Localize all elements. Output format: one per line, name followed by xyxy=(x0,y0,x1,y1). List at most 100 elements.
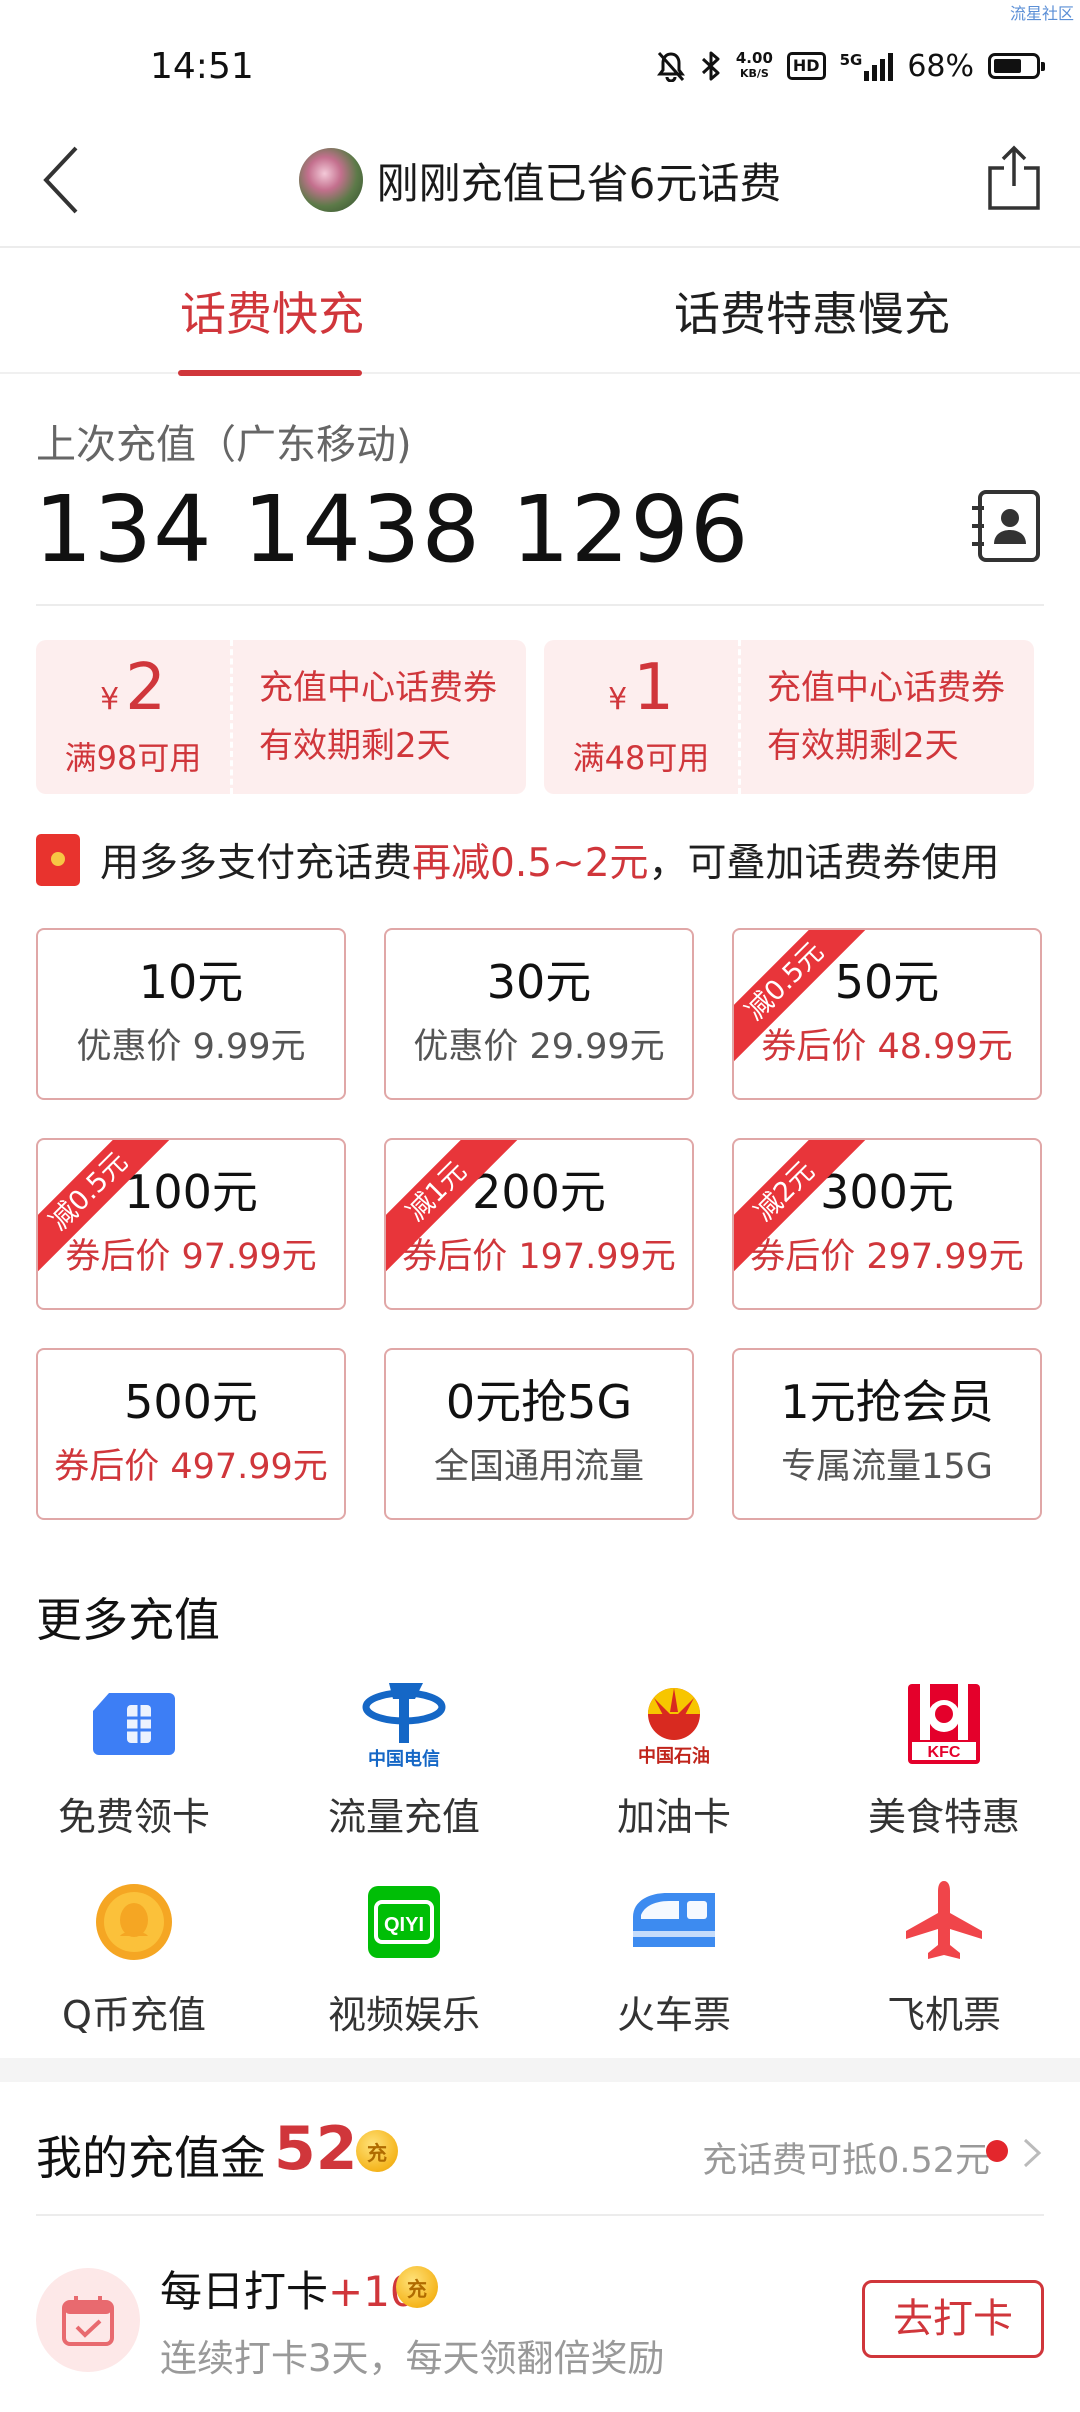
net-speed-unit: KB/S xyxy=(739,67,769,80)
iqiyi-logo: QIYI xyxy=(349,1872,459,1972)
coin-glyph: 充 xyxy=(367,2140,387,2165)
coin-icon: 充 xyxy=(396,2266,438,2308)
coupon-card[interactable]: ¥1 满48可用 充值中心话费券 有效期剩2天 xyxy=(544,640,1034,794)
recharge-option[interactable]: 30元 优惠价 29.99元 xyxy=(384,928,694,1100)
service-food-deals[interactable]: KFC 美食特惠 xyxy=(834,1674,1054,1841)
recharge-option[interactable]: 10元 优惠价 9.99元 xyxy=(36,928,346,1100)
checkin-title: 每日打卡+10 xyxy=(160,2258,417,2319)
net-speed: 4.00 KB/S xyxy=(736,51,773,81)
red-envelope-icon xyxy=(36,834,80,886)
option-amount: 10元 xyxy=(138,955,244,1009)
promo-highlight: 再减0.5~2元 xyxy=(412,841,649,886)
logo-text: 中国石油 xyxy=(638,1746,710,1767)
coupon-amount: ¥1 满48可用 xyxy=(544,640,741,794)
recharge-money-hint[interactable]: 充话费可抵0.52元 xyxy=(702,2132,990,2183)
promo-banner: 用多多支付充话费 再减0.5~2元 ，可叠加话费券使用 xyxy=(36,832,1000,888)
currency-symbol: ¥ xyxy=(100,682,120,717)
promo-text-after: ，可叠加话费券使用 xyxy=(648,841,1000,886)
coupon-info: 充值中心话费券 有效期剩2天 xyxy=(233,640,526,794)
option-amount: 30元 xyxy=(486,955,592,1009)
contacts-icon[interactable] xyxy=(968,488,1044,564)
sinopec-logo: 中国石油 xyxy=(619,1674,729,1774)
header-title-wrap: 刚刚充值已省6元话费 xyxy=(0,148,1080,212)
recharge-option[interactable]: 减2元 300元 券后价 297.99元 xyxy=(732,1138,1042,1310)
battery-icon xyxy=(988,53,1045,79)
recharge-option[interactable]: 减0.5元 100元 券后价 97.99元 xyxy=(36,1138,346,1310)
option-price: 优惠价 9.99元 xyxy=(76,1027,306,1067)
recharge-option[interactable]: 0元抢5G 全国通用流量 xyxy=(384,1348,694,1520)
coupon-expiry: 有效期剩2天 xyxy=(259,726,451,766)
tab-fast-recharge[interactable]: 话费快充 xyxy=(180,278,364,344)
option-price: 全国通用流量 xyxy=(433,1447,644,1487)
tab-discount-slow-recharge[interactable]: 话费特惠慢充 xyxy=(674,278,950,344)
last-recharge-label: 上次充值（广东移动) xyxy=(36,422,412,468)
notification-dot xyxy=(986,2140,1008,2162)
recharge-money-value: 52 xyxy=(274,2114,358,2184)
phone-number[interactable]: 134 1438 1296 xyxy=(34,476,749,583)
service-data-recharge[interactable]: 中国电信 流量充值 xyxy=(294,1674,514,1841)
sim-card-icon xyxy=(79,1674,189,1774)
recharge-option[interactable]: 减0.5元 50元 券后价 48.99元 xyxy=(732,928,1042,1100)
china-telecom-logo: 中国电信 xyxy=(349,1674,459,1774)
option-amount: 1元抢会员 xyxy=(780,1375,994,1429)
page-title: 刚刚充值已省6元话费 xyxy=(376,158,782,208)
service-label: 流量充值 xyxy=(327,1795,480,1839)
airplane-icon xyxy=(889,1872,999,1972)
service-label: 飞机票 xyxy=(886,1993,1001,2037)
bluetooth-icon xyxy=(701,51,720,81)
option-price: 券后价 48.99元 xyxy=(761,1027,1013,1067)
checkin-button[interactable]: 去打卡 xyxy=(862,2280,1044,2358)
coupon-value: 1 xyxy=(633,651,674,725)
recharge-option[interactable]: 1元抢会员 专属流量15G xyxy=(732,1348,1042,1520)
recharge-option[interactable]: 减1元 200元 券后价 197.99元 xyxy=(384,1138,694,1310)
chevron-right-icon[interactable] xyxy=(1020,2128,1044,2178)
service-fuel-card[interactable]: 中国石油 加油卡 xyxy=(564,1674,784,1841)
service-label: 火车票 xyxy=(616,1993,731,2037)
promo-text: 用多多支付充话费 xyxy=(100,841,413,886)
service-label: 视频娱乐 xyxy=(327,1993,480,2037)
service-q-coin[interactable]: Q币充值 xyxy=(24,1872,244,2039)
battery-level xyxy=(994,59,1022,73)
mute-bell-icon xyxy=(656,52,685,82)
option-amount: 500元 xyxy=(124,1375,258,1429)
coupon-card[interactable]: ¥2 满98可用 充值中心话费券 有效期剩2天 xyxy=(36,640,526,794)
service-flight-ticket[interactable]: 飞机票 xyxy=(834,1872,1054,2039)
option-price: 券后价 97.99元 xyxy=(65,1237,317,1277)
service-label: Q币充值 xyxy=(62,1993,206,2037)
battery-percent: 68% xyxy=(907,48,974,84)
option-price: 券后价 197.99元 xyxy=(402,1237,676,1277)
status-icons: 4.00 KB/S HD 5G 68% xyxy=(656,44,1045,88)
coupon-condition: 满48可用 xyxy=(572,739,710,777)
service-label: 免费领卡 xyxy=(57,1795,210,1839)
currency-symbol: ¥ xyxy=(608,682,628,717)
hd-badge: HD xyxy=(786,52,826,80)
coupon-name: 充值中心话费券 xyxy=(259,668,497,708)
recharge-money-label: 我的充值金 xyxy=(36,2131,266,2185)
recharge-option[interactable]: 500元 券后价 497.99元 xyxy=(36,1348,346,1520)
coupon-name: 充值中心话费券 xyxy=(767,668,1005,708)
option-price: 券后价 497.99元 xyxy=(54,1447,328,1487)
tab-divider xyxy=(0,372,1080,374)
service-video-entertainment[interactable]: QIYI 视频娱乐 xyxy=(294,1872,514,2039)
train-icon xyxy=(619,1872,729,1972)
service-train-ticket[interactable]: 火车票 xyxy=(564,1872,784,2039)
qq-coin-icon xyxy=(79,1872,189,1972)
option-price: 专属流量15G xyxy=(781,1447,993,1487)
avatar xyxy=(298,148,363,212)
calendar-icon-wrap xyxy=(36,2268,140,2372)
coupon-info: 充值中心话费券 有效期剩2天 xyxy=(741,640,1034,794)
section-separator xyxy=(0,2058,1080,2082)
header-divider xyxy=(0,246,1080,248)
phone-divider xyxy=(36,604,1044,606)
network-type: 5G xyxy=(839,51,863,69)
share-icon[interactable] xyxy=(986,144,1042,212)
service-label: 美食特惠 xyxy=(867,1795,1020,1839)
service-free-sim[interactable]: 免费领卡 xyxy=(24,1674,244,1841)
signal-icon: 5G xyxy=(840,51,894,81)
coupon-value: 2 xyxy=(125,651,166,725)
status-time: 14:51 xyxy=(150,46,254,87)
coupon-expiry: 有效期剩2天 xyxy=(767,726,959,766)
option-price: 优惠价 29.99元 xyxy=(413,1027,665,1067)
logo-text: KFC xyxy=(928,1744,961,1761)
logo-text: QIYI xyxy=(384,1914,424,1936)
